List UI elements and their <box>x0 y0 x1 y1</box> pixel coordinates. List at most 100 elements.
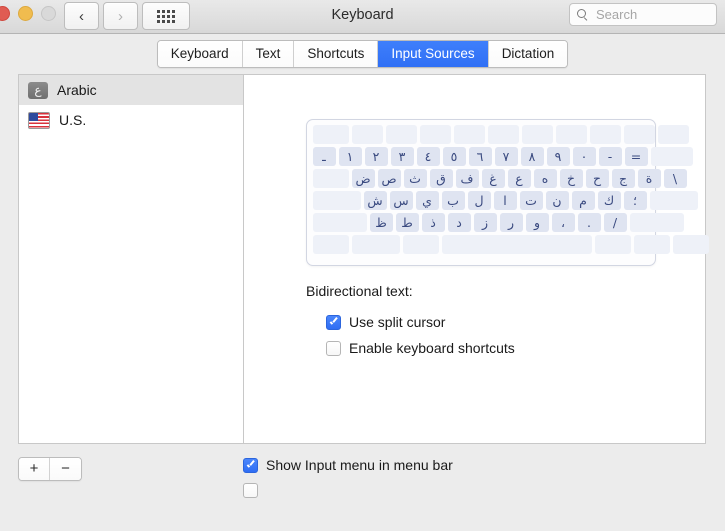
checkmark-icon <box>246 461 255 470</box>
keyboard-key-blank <box>522 125 553 144</box>
keyboard-key: ؛ <box>624 191 647 210</box>
keyboard-key-blank <box>454 125 485 144</box>
bidirectional-text-label: Bidirectional text: <box>306 283 413 299</box>
keyboard-key: ١ <box>339 147 362 166</box>
keyboard-key: ٥ <box>443 147 466 166</box>
keyboard-key: ق <box>430 169 453 188</box>
tab-bar: Keyboard Text Shortcuts Input Sources Di… <box>0 34 725 74</box>
keyboard-key: ـ <box>313 147 336 166</box>
keyboard-row: شسيبلاتنمك؛ <box>311 191 651 212</box>
us-flag-icon <box>28 112 50 129</box>
keyboard-key: ٨ <box>521 147 544 166</box>
keyboard-key: ٧ <box>495 147 518 166</box>
keyboard-row <box>311 125 651 146</box>
keyboard-row: ظطذدزرو،./ <box>311 213 651 234</box>
keyboard-key: ص <box>378 169 401 188</box>
keyboard-key: ز <box>474 213 497 232</box>
keyboard-row <box>311 235 651 256</box>
keyboard-key: س <box>390 191 413 210</box>
keyboard-key-blank <box>420 125 451 144</box>
keyboard-key: ٤ <box>417 147 440 166</box>
keyboard-key: ن <box>546 191 569 210</box>
keyboard-key: ط <box>396 213 419 232</box>
keyboard-key-blank <box>313 235 349 254</box>
keyboard-key-blank <box>403 235 439 254</box>
keyboard-key: ج <box>612 169 635 188</box>
arabic-source-glyph: ع <box>34 83 41 97</box>
arabic-source-icon: ع <box>28 82 48 99</box>
keyboard-key: و <box>526 213 549 232</box>
keyboard-key: ل <box>468 191 491 210</box>
keyboard-key: ت <box>520 191 543 210</box>
keyboard-row: ـ١٢٣٤٥٦٧٨٩٠-= <box>311 147 651 168</box>
keyboard-key: - <box>599 147 622 166</box>
input-sources-list[interactable]: ع Arabic U.S. <box>18 74 244 444</box>
enable-keyboard-shortcuts-checkbox[interactable] <box>326 341 341 356</box>
search-input[interactable] <box>594 6 710 23</box>
use-split-cursor-row[interactable]: Use split cursor <box>326 314 445 330</box>
list-item-us[interactable]: U.S. <box>19 105 243 135</box>
keyboard-key-blank <box>313 125 349 144</box>
keyboard-key: ٢ <box>365 147 388 166</box>
keyboard-key: ف <box>456 169 479 188</box>
checkmark-icon <box>329 318 338 327</box>
keyboard-row: ضصثقفغعهخحجة\ <box>311 169 651 190</box>
keyboard-key: / <box>604 213 627 232</box>
keyboard-key: ض <box>352 169 375 188</box>
search-icon <box>576 8 589 21</box>
keyboard-key: ك <box>598 191 621 210</box>
add-remove-source-buttons: + − <box>18 457 82 481</box>
keyboard-key: ع <box>508 169 531 188</box>
keyboard-key: . <box>578 213 601 232</box>
tab-text[interactable]: Text <box>243 41 295 67</box>
keyboard-key-blank <box>673 235 709 254</box>
keyboard-key-blank <box>630 213 684 232</box>
keyboard-key: ة <box>638 169 661 188</box>
tab-dictation[interactable]: Dictation <box>489 41 568 67</box>
show-input-menu-checkbox[interactable] <box>243 458 258 473</box>
input-sources-panel: ع Arabic U.S. ـ١٢٣٤٥٦٧٨٩٠-=ضصثقفغعهخحجة\… <box>18 74 706 444</box>
keyboard-key: ح <box>586 169 609 188</box>
keyboard-key: ، <box>552 213 575 232</box>
keyboard-key-blank <box>658 125 689 144</box>
secondary-option-row[interactable] <box>243 483 266 498</box>
keyboard-key: ب <box>442 191 465 210</box>
keyboard-key: ر <box>500 213 523 232</box>
keyboard-key: ي <box>416 191 439 210</box>
keyboard-key-blank <box>590 125 621 144</box>
keyboard-key: ٦ <box>469 147 492 166</box>
keyboard-key: ٠ <box>573 147 596 166</box>
add-source-button[interactable]: + <box>19 458 50 480</box>
list-item-arabic[interactable]: ع Arabic <box>19 75 243 105</box>
use-split-cursor-label: Use split cursor <box>349 314 445 330</box>
search-field[interactable] <box>569 3 717 26</box>
keyboard-key-blank <box>651 147 693 166</box>
use-split-cursor-checkbox[interactable] <box>326 315 341 330</box>
keyboard-key: = <box>625 147 648 166</box>
show-input-menu-row[interactable]: Show Input menu in menu bar <box>243 457 453 473</box>
tab-input-sources[interactable]: Input Sources <box>378 41 488 67</box>
keyboard-key-blank <box>313 213 367 232</box>
keyboard-key-blank <box>556 125 587 144</box>
keyboard-key: ذ <box>422 213 445 232</box>
keyboard-key: ظ <box>370 213 393 232</box>
keyboard-key-blank <box>313 191 361 210</box>
keyboard-key-blank <box>624 125 655 144</box>
secondary-option-checkbox[interactable] <box>243 483 258 498</box>
keyboard-key: ٩ <box>547 147 570 166</box>
flag-canton <box>29 113 38 121</box>
keyboard-key-blank <box>595 235 631 254</box>
keyboard-key-blank <box>313 169 349 188</box>
tab-keyboard[interactable]: Keyboard <box>158 41 243 67</box>
enable-keyboard-shortcuts-label: Enable keyboard shortcuts <box>349 340 515 356</box>
keyboard-key: \ <box>664 169 687 188</box>
enable-keyboard-shortcuts-row[interactable]: Enable keyboard shortcuts <box>326 340 515 356</box>
keyboard-key: ش <box>364 191 387 210</box>
content-area: ع Arabic U.S. ـ١٢٣٤٥٦٧٨٩٠-=ضصثقفغعهخحجة\… <box>0 74 725 531</box>
keyboard-key: ث <box>404 169 427 188</box>
tab-shortcuts[interactable]: Shortcuts <box>294 41 378 67</box>
tab-group: Keyboard Text Shortcuts Input Sources Di… <box>157 40 568 68</box>
remove-source-button[interactable]: − <box>50 458 81 480</box>
keyboard-key-blank <box>352 235 400 254</box>
keyboard-key: ٣ <box>391 147 414 166</box>
